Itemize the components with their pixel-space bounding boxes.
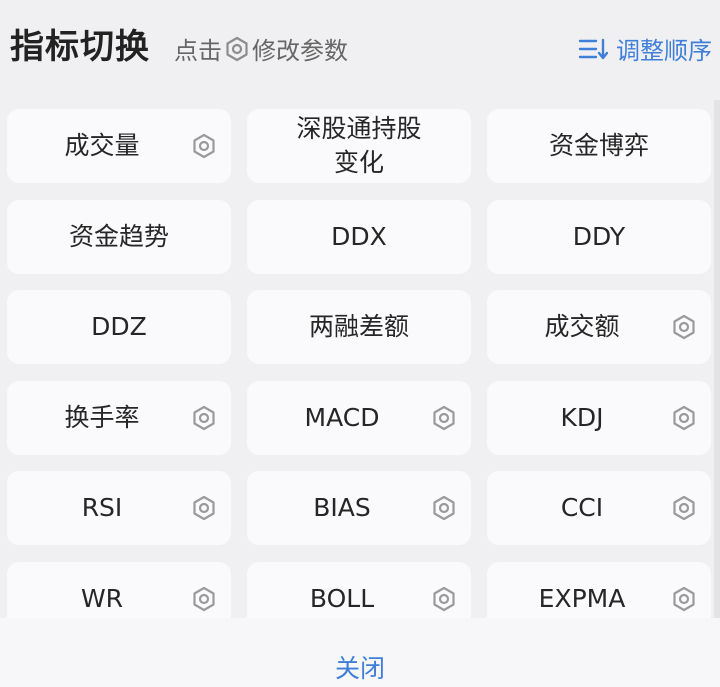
indicator-option[interactable]: 深股通持股 变化 [247,109,471,183]
hint-suffix: 修改参数 [252,37,348,65]
grid-scrollbar[interactable] [714,100,720,620]
indicator-option[interactable]: MACD [247,381,471,455]
panel-footer: 关闭 [0,618,720,687]
indicator-option[interactable]: 资金博弈 [487,109,711,183]
indicator-option[interactable]: DDZ [7,290,231,364]
gear-icon [226,36,248,61]
indicator-option[interactable]: BIAS [247,471,471,545]
gear-icon[interactable] [191,133,217,159]
indicator-option[interactable]: 成交量 [7,109,231,183]
indicator-label: 深股通持股 变化 [296,114,422,177]
gear-icon[interactable] [191,405,217,431]
adjust-order-button[interactable]: 调整顺序 [578,31,712,66]
indicator-option[interactable]: BOLL [247,562,471,620]
indicator-label: 资金趋势 [68,222,169,251]
indicator-option[interactable]: CCI [487,471,711,545]
indicator-option[interactable]: 两融差额 [247,290,471,364]
indicator-option[interactable]: RSI [7,471,231,545]
settings-hint: 点击 修改参数 [174,31,348,66]
indicator-label: 资金博弈 [548,131,649,160]
close-button[interactable]: 关闭 [335,649,385,685]
gear-icon[interactable] [671,314,697,340]
sort-list-icon [578,38,608,59]
indicator-option[interactable]: KDJ [487,381,711,455]
indicator-option[interactable]: EXPMA [487,562,711,620]
indicator-option[interactable]: WR [7,562,231,620]
indicator-label: DDZ [91,312,147,341]
gear-icon[interactable] [671,586,697,612]
gear-icon[interactable] [671,405,697,431]
gear-icon[interactable] [191,495,217,521]
gear-icon[interactable] [431,586,457,612]
panel-header: 指标切换 点击 修改参数 调整顺序 [0,0,720,95]
indicator-option[interactable]: 成交额 [487,290,711,364]
gear-icon[interactable] [431,495,457,521]
gear-icon[interactable] [431,405,457,431]
indicator-option[interactable]: DDY [487,200,711,274]
page-title: 指标切换 [10,27,150,67]
adjust-order-label: 调整顺序 [616,37,712,65]
indicator-label: 两融差额 [308,312,409,341]
indicator-label: DDX [331,222,387,251]
indicator-switch-panel: 成交量 深股通持股 变化 资金博弈资金趋势 DDX DDY DDZ 两融差额 成交额换手率 MA… [0,0,720,687]
gear-icon[interactable] [671,495,697,521]
indicator-option[interactable]: DDX [247,200,471,274]
hint-prefix: 点击 [174,37,222,65]
indicator-label: DDY [572,222,626,251]
indicator-option[interactable]: 换手率 [7,381,231,455]
gear-icon[interactable] [191,586,217,612]
indicator-option[interactable]: 资金趋势 [7,200,231,274]
